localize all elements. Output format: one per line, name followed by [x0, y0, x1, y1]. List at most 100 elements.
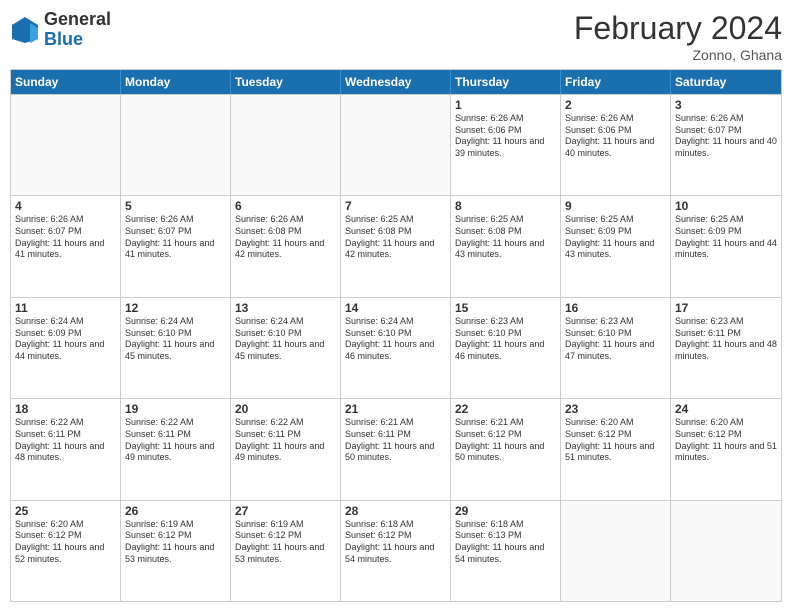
calendar-row-4: 25Sunrise: 6:20 AM Sunset: 6:12 PM Dayli…: [11, 500, 781, 601]
day-number: 15: [455, 301, 556, 315]
calendar-cell-28: 28Sunrise: 6:18 AM Sunset: 6:12 PM Dayli…: [341, 501, 451, 601]
day-number: 3: [675, 98, 777, 112]
cell-info: Sunrise: 6:23 AM Sunset: 6:11 PM Dayligh…: [675, 316, 777, 363]
cell-info: Sunrise: 6:20 AM Sunset: 6:12 PM Dayligh…: [675, 417, 777, 464]
calendar-cell-14: 14Sunrise: 6:24 AM Sunset: 6:10 PM Dayli…: [341, 298, 451, 398]
day-number: 18: [15, 402, 116, 416]
cell-info: Sunrise: 6:23 AM Sunset: 6:10 PM Dayligh…: [565, 316, 666, 363]
day-number: 24: [675, 402, 777, 416]
calendar-row-1: 4 Sunrise: 6:26 AM Sunset: 6:07 PM Daylig…: [11, 195, 781, 296]
month-title: February 2024: [574, 10, 782, 47]
title-block: February 2024 Zonno, Ghana: [574, 10, 782, 63]
header-day-thursday: Thursday: [451, 70, 561, 94]
cell-info: Sunrise: 6:18 AM Sunset: 6:13 PM Dayligh…: [455, 519, 556, 566]
day-number: 21: [345, 402, 446, 416]
cell-info: Sunrise: 6:24 AM Sunset: 6:10 PM Dayligh…: [345, 316, 446, 363]
cell-info: Sunrise: 6:21 AM Sunset: 6:11 PM Dayligh…: [345, 417, 446, 464]
calendar-cell-empty-4-6: [671, 501, 781, 601]
calendar-row-0: 1Sunrise: 6:26 AM Sunset: 6:06 PM Daylig…: [11, 94, 781, 195]
day-number: 23: [565, 402, 666, 416]
calendar-cell-empty-0-1: [121, 95, 231, 195]
calendar-cell-10: 10Sunrise: 6:25 AM Sunset: 6:09 PM Dayli…: [671, 196, 781, 296]
cell-info: Sunrise: 6:22 AM Sunset: 6:11 PM Dayligh…: [125, 417, 226, 464]
calendar-cell-13: 13Sunrise: 6:24 AM Sunset: 6:10 PM Dayli…: [231, 298, 341, 398]
calendar-cell-8: 8Sunrise: 6:25 AM Sunset: 6:08 PM Daylig…: [451, 196, 561, 296]
header-day-monday: Monday: [121, 70, 231, 94]
cell-info: Sunrise: 6:24 AM Sunset: 6:10 PM Dayligh…: [125, 316, 226, 363]
calendar-cell-29: 29Sunrise: 6:18 AM Sunset: 6:13 PM Dayli…: [451, 501, 561, 601]
cell-info: Sunrise: 6:26 AM Sunset: 6:07 PM Dayligh…: [125, 214, 226, 261]
calendar-cell-25: 25Sunrise: 6:20 AM Sunset: 6:12 PM Dayli…: [11, 501, 121, 601]
logo-icon: [10, 15, 40, 45]
header-day-saturday: Saturday: [671, 70, 781, 94]
cell-info: Sunrise: 6:20 AM Sunset: 6:12 PM Dayligh…: [15, 519, 116, 566]
day-number: 7: [345, 199, 446, 213]
calendar-cell-12: 12Sunrise: 6:24 AM Sunset: 6:10 PM Dayli…: [121, 298, 231, 398]
logo: General Blue: [10, 10, 111, 50]
cell-info: Sunrise: 6:25 AM Sunset: 6:08 PM Dayligh…: [455, 214, 556, 261]
calendar-cell-6: 6Sunrise: 6:26 AM Sunset: 6:08 PM Daylig…: [231, 196, 341, 296]
day-number: 11: [15, 301, 116, 315]
calendar-cell-23: 23Sunrise: 6:20 AM Sunset: 6:12 PM Dayli…: [561, 399, 671, 499]
calendar-row-2: 11Sunrise: 6:24 AM Sunset: 6:09 PM Dayli…: [11, 297, 781, 398]
logo-text: General Blue: [44, 10, 111, 50]
day-number: 5: [125, 199, 226, 213]
day-number: 10: [675, 199, 777, 213]
cell-info: Sunrise: 6:19 AM Sunset: 6:12 PM Dayligh…: [125, 519, 226, 566]
calendar-cell-20: 20Sunrise: 6:22 AM Sunset: 6:11 PM Dayli…: [231, 399, 341, 499]
day-number: 26: [125, 504, 226, 518]
calendar-cell-22: 22Sunrise: 6:21 AM Sunset: 6:12 PM Dayli…: [451, 399, 561, 499]
cell-info: Sunrise: 6:21 AM Sunset: 6:12 PM Dayligh…: [455, 417, 556, 464]
day-number: 4: [15, 199, 116, 213]
calendar-cell-empty-4-5: [561, 501, 671, 601]
cell-info: Sunrise: 6:20 AM Sunset: 6:12 PM Dayligh…: [565, 417, 666, 464]
calendar-cell-empty-0-2: [231, 95, 341, 195]
cell-info: Sunrise: 6:19 AM Sunset: 6:12 PM Dayligh…: [235, 519, 336, 566]
calendar-row-3: 18Sunrise: 6:22 AM Sunset: 6:11 PM Dayli…: [11, 398, 781, 499]
day-number: 27: [235, 504, 336, 518]
calendar-cell-5: 5Sunrise: 6:26 AM Sunset: 6:07 PM Daylig…: [121, 196, 231, 296]
cell-info: Sunrise: 6:25 AM Sunset: 6:09 PM Dayligh…: [565, 214, 666, 261]
day-number: 2: [565, 98, 666, 112]
day-number: 29: [455, 504, 556, 518]
calendar-cell-19: 19Sunrise: 6:22 AM Sunset: 6:11 PM Dayli…: [121, 399, 231, 499]
cell-info: Sunrise: 6:25 AM Sunset: 6:09 PM Dayligh…: [675, 214, 777, 261]
day-number: 8: [455, 199, 556, 213]
calendar-cell-27: 27Sunrise: 6:19 AM Sunset: 6:12 PM Dayli…: [231, 501, 341, 601]
calendar-cell-24: 24Sunrise: 6:20 AM Sunset: 6:12 PM Dayli…: [671, 399, 781, 499]
day-number: 9: [565, 199, 666, 213]
cell-info: Sunrise: 6:26 AM Sunset: 6:08 PM Dayligh…: [235, 214, 336, 261]
day-number: 19: [125, 402, 226, 416]
day-number: 6: [235, 199, 336, 213]
header-day-tuesday: Tuesday: [231, 70, 341, 94]
calendar-cell-11: 11Sunrise: 6:24 AM Sunset: 6:09 PM Dayli…: [11, 298, 121, 398]
cell-info: Sunrise: 6:26 AM Sunset: 6:06 PM Dayligh…: [565, 113, 666, 160]
cell-info: Sunrise: 6:26 AM Sunset: 6:07 PM Dayligh…: [675, 113, 777, 160]
day-number: 16: [565, 301, 666, 315]
day-number: 14: [345, 301, 446, 315]
day-number: 22: [455, 402, 556, 416]
logo-blue-text: Blue: [44, 30, 111, 50]
calendar-cell-4: 4Sunrise: 6:26 AM Sunset: 6:07 PM Daylig…: [11, 196, 121, 296]
calendar-header-row: SundayMondayTuesdayWednesdayThursdayFrid…: [11, 70, 781, 94]
calendar-body: 1Sunrise: 6:26 AM Sunset: 6:06 PM Daylig…: [11, 94, 781, 601]
location-subtitle: Zonno, Ghana: [574, 47, 782, 63]
cell-info: Sunrise: 6:22 AM Sunset: 6:11 PM Dayligh…: [15, 417, 116, 464]
calendar-cell-16: 16Sunrise: 6:23 AM Sunset: 6:10 PM Dayli…: [561, 298, 671, 398]
header: General Blue February 2024 Zonno, Ghana: [10, 10, 782, 63]
calendar-cell-7: 7Sunrise: 6:25 AM Sunset: 6:08 PM Daylig…: [341, 196, 451, 296]
cell-info: Sunrise: 6:24 AM Sunset: 6:09 PM Dayligh…: [15, 316, 116, 363]
calendar-cell-18: 18Sunrise: 6:22 AM Sunset: 6:11 PM Dayli…: [11, 399, 121, 499]
calendar-cell-2: 2Sunrise: 6:26 AM Sunset: 6:06 PM Daylig…: [561, 95, 671, 195]
day-number: 17: [675, 301, 777, 315]
cell-info: Sunrise: 6:25 AM Sunset: 6:08 PM Dayligh…: [345, 214, 446, 261]
calendar-cell-15: 15Sunrise: 6:23 AM Sunset: 6:10 PM Dayli…: [451, 298, 561, 398]
calendar-cell-21: 21Sunrise: 6:21 AM Sunset: 6:11 PM Dayli…: [341, 399, 451, 499]
day-number: 28: [345, 504, 446, 518]
calendar-cell-17: 17Sunrise: 6:23 AM Sunset: 6:11 PM Dayli…: [671, 298, 781, 398]
header-day-sunday: Sunday: [11, 70, 121, 94]
cell-info: Sunrise: 6:23 AM Sunset: 6:10 PM Dayligh…: [455, 316, 556, 363]
day-number: 20: [235, 402, 336, 416]
logo-general-text: General: [44, 10, 111, 30]
calendar-cell-1: 1Sunrise: 6:26 AM Sunset: 6:06 PM Daylig…: [451, 95, 561, 195]
